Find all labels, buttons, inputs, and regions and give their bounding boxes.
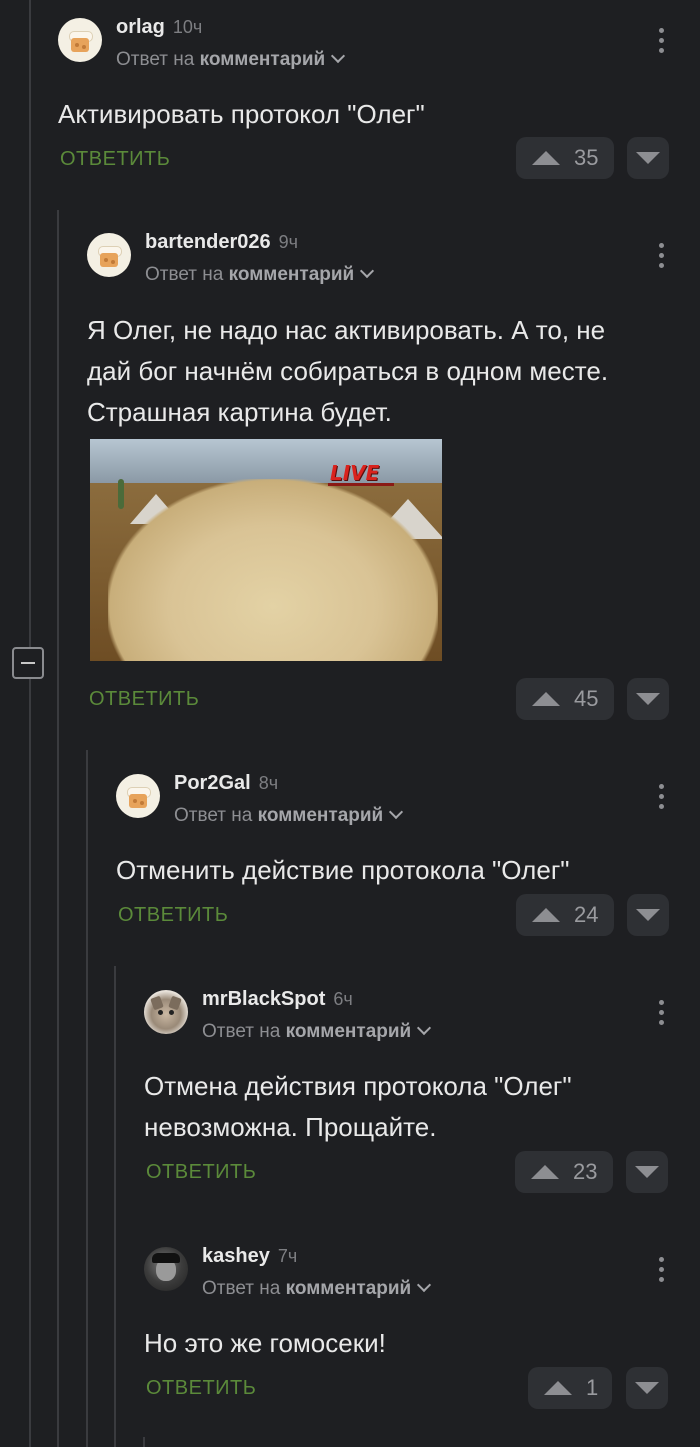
comment-por2gal: Por2Gal 8ч Ответ на комментарий Отменить … xyxy=(116,772,700,944)
upvote-button[interactable]: 1 xyxy=(528,1367,612,1409)
reply-button[interactable]: ОТВЕТИТЬ xyxy=(146,1377,256,1400)
triangle-down-icon xyxy=(636,152,660,164)
triangle-up-icon xyxy=(544,1381,572,1395)
chevron-down-icon xyxy=(389,804,404,820)
comment-mrblackspot: mrBlackSpot 6ч Ответ на комментарий Отмен… xyxy=(144,988,700,1200)
reply-button[interactable]: ОТВЕТИТЬ xyxy=(146,1161,256,1184)
comment-time: 7ч xyxy=(277,1246,298,1266)
downvote-button[interactable] xyxy=(627,894,669,936)
downvote-button[interactable] xyxy=(627,137,669,179)
comment-bartender026: bartender026 9ч Ответ на комментарий Я Ол… xyxy=(87,231,700,733)
reply-button[interactable]: ОТВЕТИТЬ xyxy=(118,904,228,927)
thread-line-2 xyxy=(57,210,59,1447)
triangle-up-icon xyxy=(532,908,560,922)
thread-line-5 xyxy=(143,1437,145,1447)
comment-text: Я Олег, не надо нас активировать. А то, … xyxy=(87,315,609,427)
kebab-icon[interactable] xyxy=(659,28,665,56)
chevron-down-icon xyxy=(417,1020,432,1036)
comment-time: 10ч xyxy=(172,17,203,37)
rating: 1 xyxy=(586,1375,599,1400)
reply-to-link[interactable]: Ответ на комментарий xyxy=(202,1020,432,1043)
avatar[interactable] xyxy=(87,233,131,277)
reply-to-link[interactable]: Ответ на комментарий xyxy=(202,1277,432,1300)
kebab-icon[interactable] xyxy=(659,1000,665,1028)
reply-button[interactable]: ОТВЕТИТЬ xyxy=(89,688,199,711)
triangle-down-icon xyxy=(635,1166,659,1178)
kebab-icon[interactable] xyxy=(659,1257,665,1285)
username[interactable]: bartender026 9ч xyxy=(145,231,298,254)
upvote-button[interactable]: 45 xyxy=(516,678,614,720)
triangle-up-icon xyxy=(532,151,560,165)
thread-line-1 xyxy=(29,0,31,647)
rating: 35 xyxy=(574,145,599,170)
downvote-button[interactable] xyxy=(626,1367,668,1409)
reply-to-link[interactable]: Ответ на комментарий xyxy=(174,804,404,827)
rating: 45 xyxy=(574,686,599,711)
comment-kashey: kashey 7ч Ответ на комментарий Но это же … xyxy=(144,1245,700,1417)
triangle-down-icon xyxy=(636,909,660,921)
thread-line-4 xyxy=(114,966,116,1447)
thread-line-3 xyxy=(86,750,88,1447)
image-caption: LIVE xyxy=(330,461,380,485)
avatar[interactable] xyxy=(58,18,102,62)
username[interactable]: Por2Gal 8ч xyxy=(174,772,278,795)
downvote-button[interactable] xyxy=(626,1151,668,1193)
comment-orlag: orlag 10ч Ответ на комментарий Активирова… xyxy=(58,16,700,188)
comment-text: Но это же гомосеки! xyxy=(144,1328,386,1358)
upvote-button[interactable]: 24 xyxy=(516,894,614,936)
reply-to-link[interactable]: Ответ на комментарий xyxy=(145,263,375,286)
chevron-down-icon xyxy=(417,1277,432,1293)
username[interactable]: kashey 7ч xyxy=(202,1245,297,1268)
kebab-icon[interactable] xyxy=(659,784,665,812)
triangle-up-icon xyxy=(532,692,560,706)
downvote-button[interactable] xyxy=(627,678,669,720)
collapse-thread-button[interactable] xyxy=(12,647,44,679)
avatar[interactable] xyxy=(144,1247,188,1291)
comment-time: 9ч xyxy=(278,232,299,252)
thread-line-1b xyxy=(29,679,31,1447)
avatar[interactable] xyxy=(116,774,160,818)
upvote-button[interactable]: 35 xyxy=(516,137,614,179)
comment-time: 8ч xyxy=(258,773,279,793)
upvote-button[interactable]: 23 xyxy=(515,1151,613,1193)
triangle-down-icon xyxy=(635,1382,659,1394)
kebab-icon[interactable] xyxy=(659,243,665,271)
avatar[interactable] xyxy=(144,990,188,1034)
comment-time: 6ч xyxy=(333,989,353,1009)
reply-to-link[interactable]: Ответ на комментарий xyxy=(116,48,346,71)
chevron-down-icon xyxy=(331,48,346,64)
rating: 24 xyxy=(574,902,599,927)
comment-text: Активировать протокол "Олег" xyxy=(58,99,425,129)
comment-image[interactable]: LIVE xyxy=(90,439,442,661)
reply-button[interactable]: ОТВЕТИТЬ xyxy=(60,148,170,171)
comment-text: Отменить действие протокола "Олег" xyxy=(116,855,570,885)
comment-text: Отмена действия протокола "Олег" невозмо… xyxy=(144,1071,572,1142)
username[interactable]: mrBlackSpot 6ч xyxy=(202,988,353,1011)
triangle-up-icon xyxy=(531,1165,559,1179)
rating: 23 xyxy=(573,1159,598,1184)
triangle-down-icon xyxy=(636,693,660,705)
chevron-down-icon xyxy=(360,263,375,279)
username[interactable]: orlag 10ч xyxy=(116,16,202,39)
